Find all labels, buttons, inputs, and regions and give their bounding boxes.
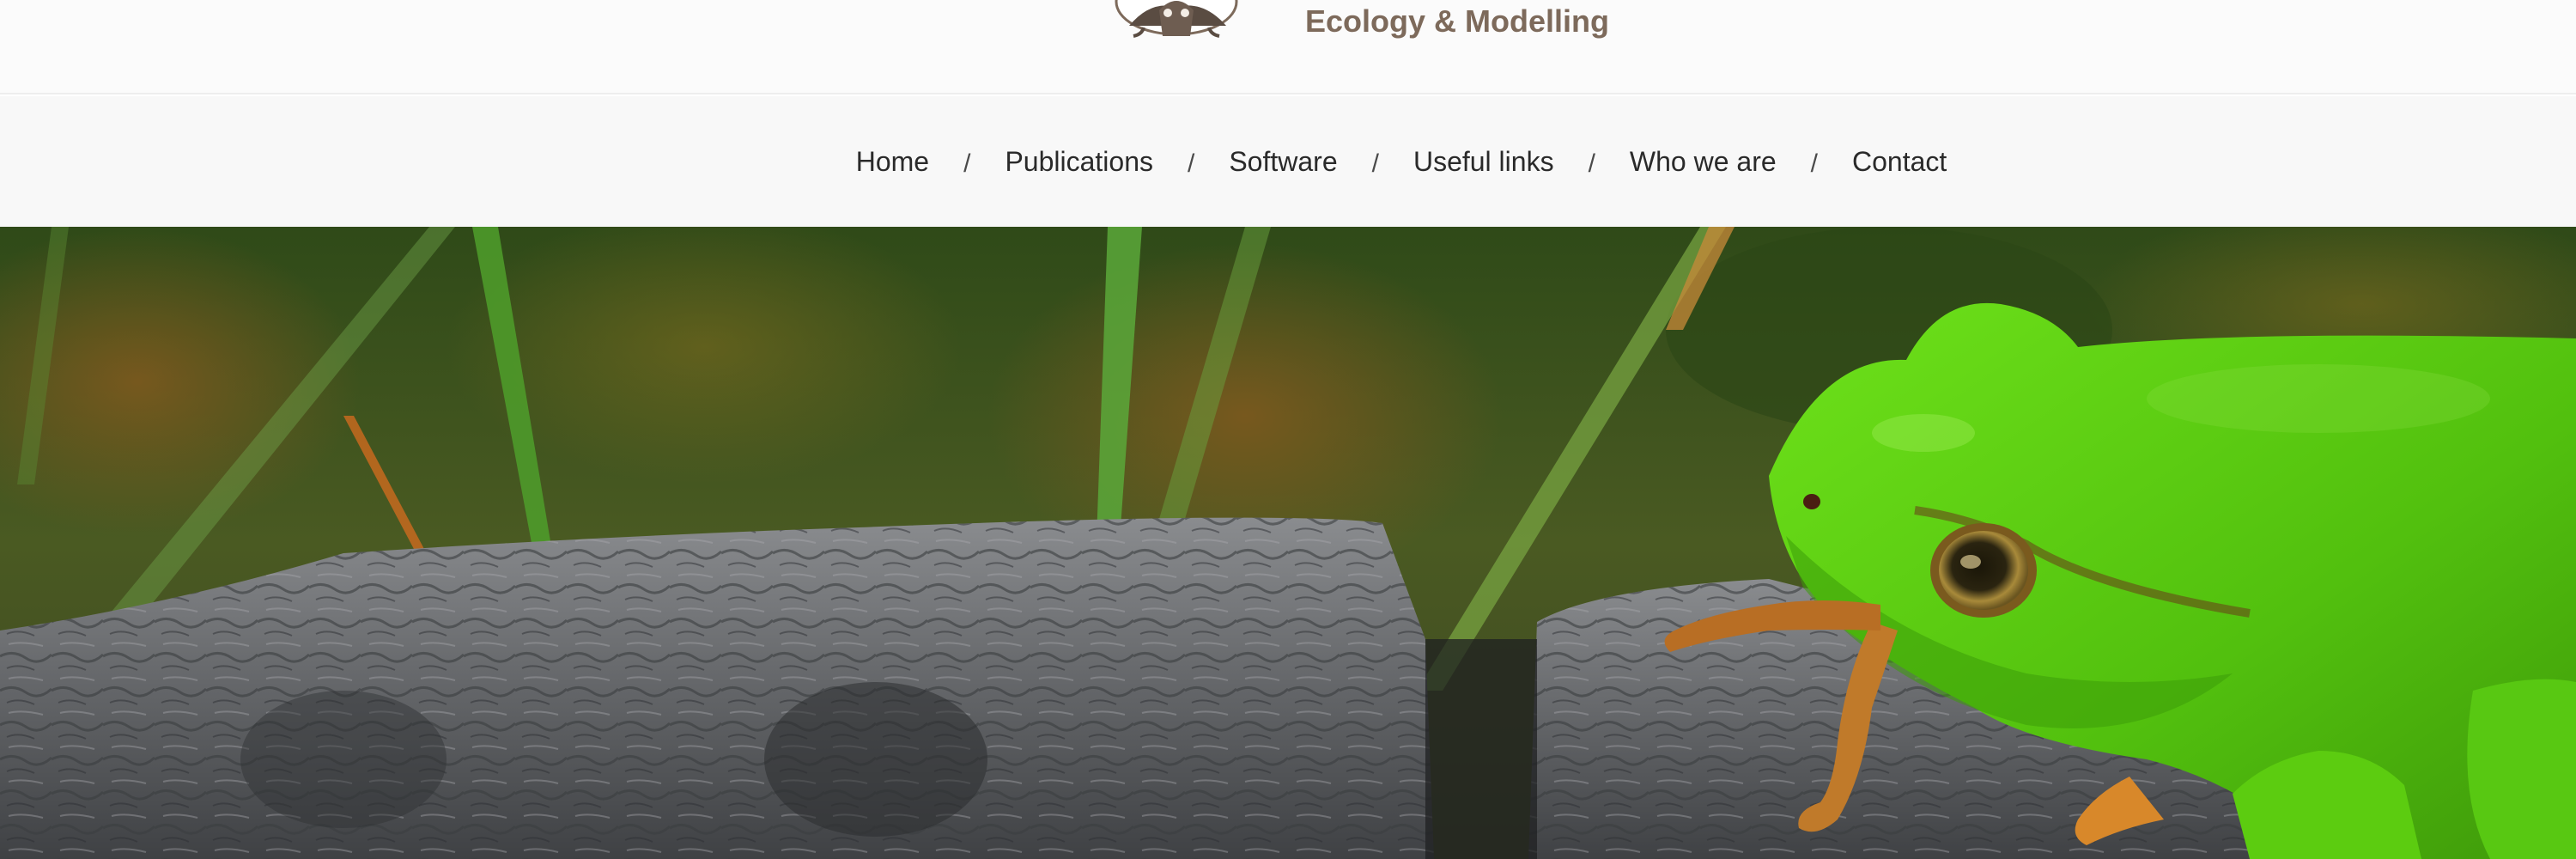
nav-item-contact[interactable]: Contact	[1852, 144, 1947, 179]
nav-item-useful-links[interactable]: Useful links	[1413, 144, 1554, 179]
nav-separator: /	[963, 149, 971, 178]
nav-separator: /	[1588, 149, 1595, 178]
site-header: Ecology & Modelling	[0, 0, 2576, 94]
nav-item-publications[interactable]: Publications	[1005, 144, 1153, 179]
main-navigation: Home / Publications / Software / Useful …	[0, 96, 2576, 227]
nav-item-who-we-are[interactable]: Who we are	[1630, 144, 1777, 179]
nav-item-home[interactable]: Home	[856, 144, 929, 179]
nav-separator: /	[1187, 149, 1195, 178]
nav-menu: Home / Publications / Software / Useful …	[0, 96, 2576, 227]
site-tagline: Ecology & Modelling	[1305, 3, 1610, 39]
hero-banner	[0, 227, 2576, 859]
hero-frog-image	[0, 227, 2576, 859]
frog-logo-icon	[1115, 0, 1238, 38]
site-logo-link[interactable]	[1108, 0, 1245, 38]
nav-separator: /	[1371, 149, 1379, 178]
nav-separator: /	[1810, 149, 1818, 178]
nav-item-software[interactable]: Software	[1229, 144, 1337, 179]
page: Ecology & Modelling Home / Publications …	[0, 0, 2576, 859]
